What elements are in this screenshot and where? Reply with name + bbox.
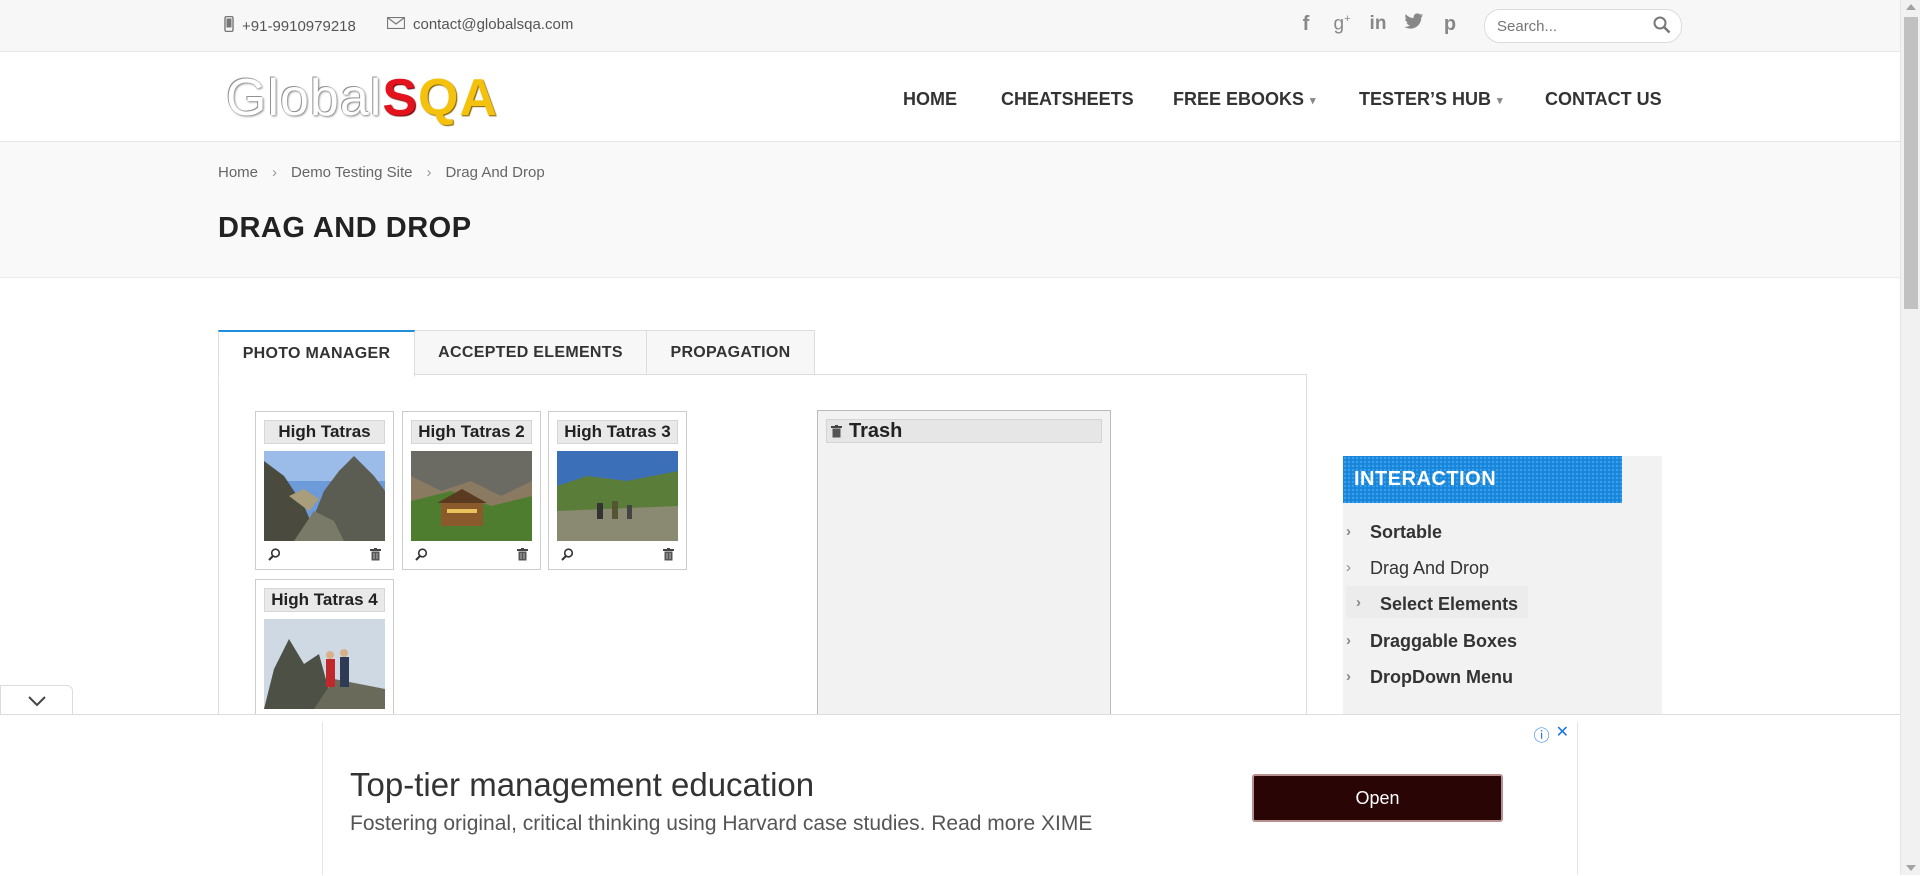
chevron-down-icon — [27, 696, 46, 707]
gallery-photo[interactable]: High Tatras 2 — [402, 411, 541, 570]
trash-icon[interactable] — [517, 548, 528, 566]
sidebar-item-label: DropDown Menu — [1370, 667, 1513, 687]
linkedin-icon[interactable]: in — [1366, 13, 1390, 36]
logo-text-qa: QA — [418, 69, 498, 127]
scroll-down-icon[interactable] — [1906, 865, 1916, 871]
chevron-right-icon: › — [1346, 668, 1351, 685]
tab-propagation[interactable]: PROPAGATION — [646, 330, 815, 375]
scroll-up-icon[interactable] — [1906, 4, 1916, 10]
sidebar-item-label: Drag And Drop — [1370, 558, 1490, 578]
search-icon[interactable] — [1653, 16, 1671, 39]
mail-icon — [386, 16, 406, 33]
sidebar-item-select-elements[interactable]: › Select Elements — [1346, 586, 1528, 618]
nav-free-ebooks[interactable]: FREE EBOOKS ▾ — [1173, 89, 1316, 110]
search-input[interactable] — [1495, 17, 1649, 36]
zoom-icon[interactable] — [561, 548, 574, 566]
chevron-right-icon: › — [1346, 632, 1351, 649]
nav-home[interactable]: HOME — [903, 89, 957, 110]
photo-thumbnail[interactable] — [411, 451, 532, 541]
photo-caption: High Tatras 4 — [264, 588, 385, 612]
trash-drop-zone[interactable]: Trash — [817, 410, 1111, 752]
gallery-photo[interactable]: High Tatras — [255, 411, 394, 570]
nav-contact-us[interactable]: CONTACT US — [1545, 89, 1662, 110]
email-contact[interactable]: contact@globalsqa.com — [386, 16, 573, 33]
gallery-photo[interactable]: High Tatras 3 — [548, 411, 687, 570]
breadcrumb: Home › Demo Testing Site › Drag And Drop — [218, 164, 545, 181]
photo-thumbnail[interactable] — [264, 451, 385, 541]
facebook-icon[interactable]: f — [1294, 13, 1318, 36]
phone-number: +91-9910979218 — [242, 17, 356, 35]
site-logo[interactable]: GlobalSQA — [226, 70, 498, 126]
scrollbar-thumb[interactable] — [1904, 17, 1918, 309]
chevron-right-icon: › — [426, 164, 432, 181]
site-header: GlobalSQA HOME CHEATSHEETS FREE EBOOKS ▾ … — [0, 52, 1900, 142]
email-address[interactable]: contact@globalsqa.com — [413, 16, 573, 33]
photo-caption: High Tatras 3 — [557, 420, 678, 444]
chevron-right-icon: › — [1356, 594, 1361, 611]
logo-text-global: Global — [226, 69, 383, 127]
tab-photo-manager[interactable]: PHOTO MANAGER — [218, 330, 415, 377]
trash-icon[interactable] — [663, 548, 674, 566]
photo-thumbnail[interactable] — [264, 619, 385, 709]
trash-header: Trash — [826, 419, 1102, 443]
photo-caption: High Tatras 2 — [411, 420, 532, 444]
pinterest-icon[interactable]: p — [1438, 13, 1462, 36]
twitter-icon[interactable] — [1402, 13, 1426, 36]
logo-text-s: S — [382, 69, 418, 127]
info-icon[interactable]: ⓘ — [1534, 722, 1550, 746]
photo-thumbnail[interactable] — [557, 451, 678, 541]
sidebar-item-label: Select Elements — [1380, 594, 1519, 614]
breadcrumb-home[interactable]: Home — [218, 164, 258, 181]
page-title-bar: Home › Demo Testing Site › Drag And Drop… — [0, 142, 1900, 278]
ad-subtitle[interactable]: Fostering original, critical thinking us… — [350, 812, 1092, 836]
trash-icon[interactable] — [370, 548, 381, 566]
sidebar-heading: INTERACTION — [1343, 456, 1622, 503]
breadcrumb-current: Drag And Drop — [445, 164, 545, 181]
ad-collapse-toggle[interactable] — [0, 685, 73, 715]
phone-icon — [224, 15, 234, 36]
chevron-right-icon: › — [272, 164, 278, 181]
phone-contact: +91-9910979218 — [224, 15, 356, 36]
chevron-right-icon: › — [1346, 559, 1351, 576]
social-links: f g+ in p — [1294, 13, 1462, 36]
ad-content[interactable]: ⓘ ✕ Top-tier management education Foster… — [322, 722, 1578, 875]
search-box[interactable] — [1484, 9, 1682, 43]
tab-accepted-elements[interactable]: ACCEPTED ELEMENTS — [414, 330, 647, 375]
close-icon[interactable]: ✕ — [1556, 722, 1569, 746]
trash-label: Trash — [849, 420, 903, 442]
nav-testers-hub-label: TESTER’S HUB — [1359, 89, 1492, 109]
zoom-icon[interactable] — [268, 548, 281, 566]
sidebar-heading-label: INTERACTION — [1354, 468, 1497, 490]
chevron-right-icon: › — [1346, 523, 1351, 540]
chevron-down-icon: ▾ — [1497, 94, 1503, 107]
ad-controls: ⓘ ✕ — [1534, 722, 1569, 746]
google-plus-icon[interactable]: g+ — [1330, 13, 1354, 36]
sidebar-item-label: Draggable Boxes — [1370, 631, 1518, 651]
page-scrollbar[interactable] — [1900, 0, 1920, 875]
nav-cheatsheets[interactable]: CHEATSHEETS — [1001, 89, 1134, 110]
top-bar: +91-9910979218 contact@globalsqa.com f g… — [0, 0, 1900, 52]
nav-free-ebooks-label: FREE EBOOKS — [1173, 89, 1305, 109]
page-title: DRAG AND DROP — [218, 212, 472, 244]
sidebar-item-label: Sortable — [1370, 522, 1443, 542]
ad-open-button[interactable]: Open — [1252, 774, 1503, 822]
nav-testers-hub[interactable]: TESTER’S HUB ▾ — [1359, 89, 1503, 110]
chevron-down-icon: ▾ — [1310, 94, 1316, 107]
ad-title[interactable]: Top-tier management education — [350, 766, 814, 804]
photo-caption: High Tatras — [264, 420, 385, 444]
zoom-icon[interactable] — [415, 548, 428, 566]
breadcrumb-demo[interactable]: Demo Testing Site — [291, 164, 412, 181]
trash-icon — [831, 421, 842, 443]
